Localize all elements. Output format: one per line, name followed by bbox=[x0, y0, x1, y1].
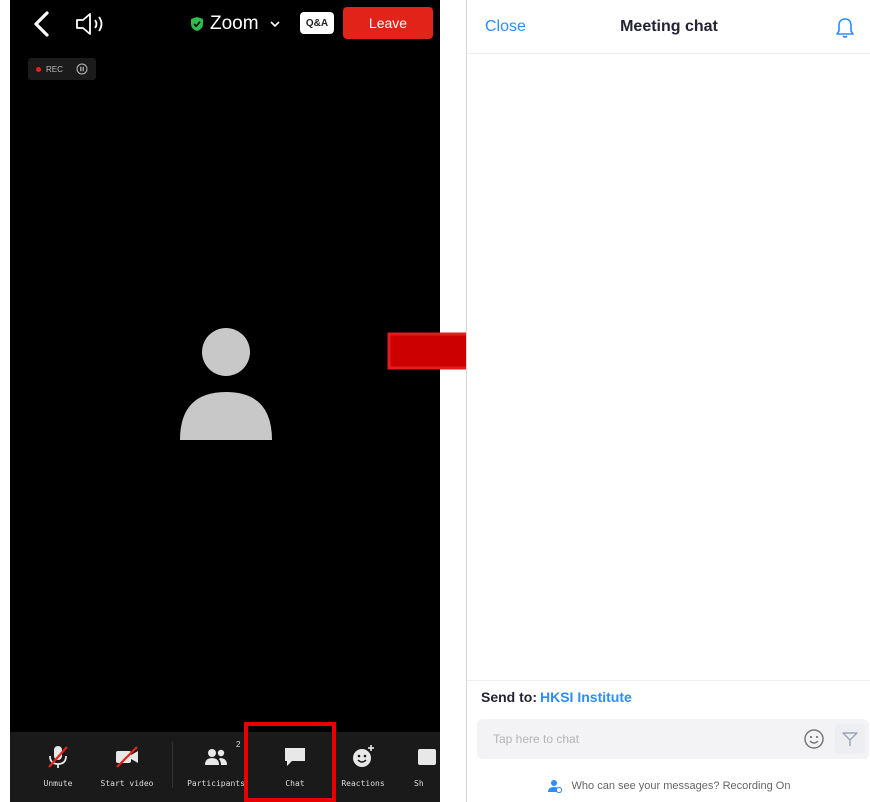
unmute-button[interactable]: Unmute bbox=[28, 732, 88, 802]
send-icon bbox=[842, 732, 858, 746]
meeting-toolbar: Unmute Start video Participants 2 Chat R… bbox=[10, 732, 440, 802]
back-icon[interactable] bbox=[30, 10, 54, 38]
speaker-icon[interactable] bbox=[74, 11, 108, 37]
video-off-icon bbox=[116, 746, 138, 768]
participants-icon bbox=[205, 749, 227, 765]
participants-button[interactable]: Participants bbox=[180, 732, 252, 802]
chat-title: Meeting chat bbox=[620, 18, 718, 35]
participant-avatar bbox=[180, 328, 272, 440]
emoji-icon[interactable] bbox=[803, 728, 825, 750]
chat-input-row bbox=[477, 719, 869, 759]
chat-footer: Send to:HKSI Institute Who can se bbox=[467, 680, 870, 802]
meeting-title: Zoom bbox=[210, 13, 259, 34]
mic-muted-icon bbox=[48, 746, 68, 768]
leave-button[interactable]: Leave bbox=[343, 7, 433, 39]
record-dot-icon bbox=[36, 66, 41, 72]
chat-header: Close Meeting chat bbox=[467, 0, 870, 54]
shield-icon bbox=[191, 17, 203, 31]
zoom-meeting-screen: Zoom Q&A Leave REC Unmute Start video Pa… bbox=[10, 0, 440, 802]
recording-badge[interactable]: REC bbox=[28, 58, 96, 80]
start-video-button[interactable]: Start video bbox=[92, 732, 162, 802]
qa-button[interactable]: Q&A bbox=[300, 12, 334, 34]
person-info-icon bbox=[547, 780, 562, 793]
chat-messages-area bbox=[467, 55, 870, 680]
bell-icon[interactable] bbox=[835, 17, 855, 39]
start-video-label: Start video bbox=[100, 779, 154, 788]
pause-recording-icon[interactable] bbox=[76, 63, 88, 75]
reactions-button[interactable]: Reactions bbox=[330, 732, 396, 802]
meeting-chat-panel: Close Meeting chat Send to: HKSI Institut… bbox=[466, 0, 870, 802]
chat-input[interactable] bbox=[483, 723, 783, 755]
toolbar-divider bbox=[172, 742, 173, 788]
recording-label: REC bbox=[46, 64, 63, 74]
chevron-down-icon bbox=[270, 21, 280, 28]
participant-count: 2 bbox=[236, 740, 241, 749]
send-button[interactable] bbox=[835, 724, 865, 754]
who-can-see-messages[interactable]: Who can see your messages? Recording On bbox=[467, 779, 870, 793]
who-can-see-label: Who can see your messages? Recording On bbox=[571, 780, 791, 792]
reactions-label: Reactions bbox=[341, 779, 385, 788]
reactions-icon bbox=[353, 745, 374, 767]
meeting-top-bar: Zoom Q&A Leave bbox=[10, 0, 440, 50]
send-to-row[interactable]: Send to: HKSI Institute bbox=[481, 689, 632, 705]
share-label: Sh bbox=[414, 779, 424, 788]
chat-highlight-box bbox=[244, 722, 336, 802]
share-button[interactable]: Sh bbox=[414, 732, 440, 802]
unmute-label: Unmute bbox=[43, 779, 73, 788]
send-to-label: Send to: bbox=[481, 689, 537, 705]
send-to-recipient[interactable]: HKSI Institute bbox=[540, 689, 632, 705]
meeting-title-dropdown[interactable]: Zoom bbox=[190, 12, 281, 36]
participants-label: Participants bbox=[187, 779, 245, 788]
share-icon bbox=[418, 749, 436, 765]
